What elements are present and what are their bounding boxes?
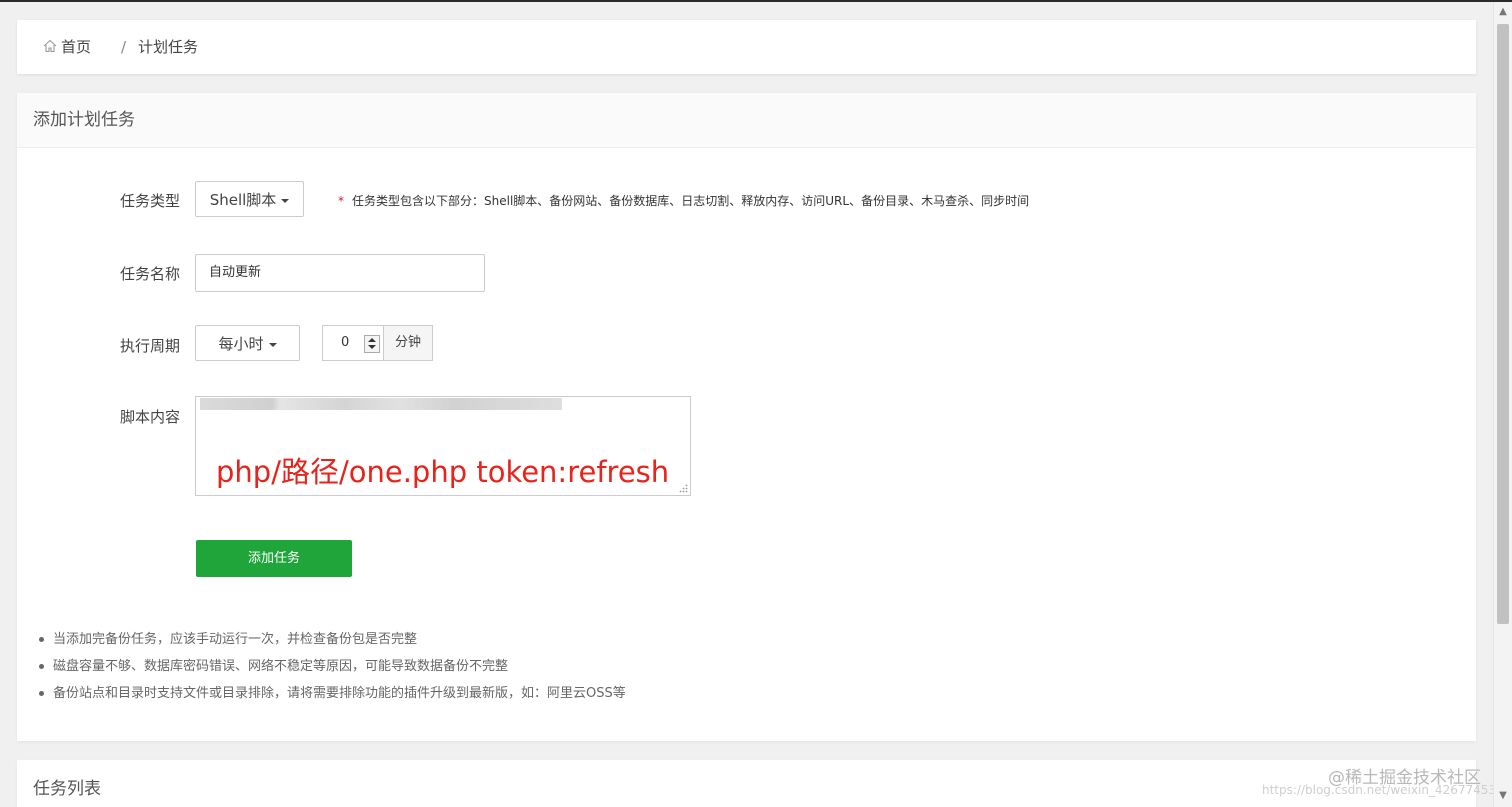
- minute-unit-addon: 分钟: [383, 325, 433, 361]
- add-task-panel: 添加计划任务 任务类型 Shell脚本 * 任务类型包含以下部分：Shell脚本、…: [17, 93, 1476, 741]
- breadcrumb-home-link[interactable]: 首页: [61, 20, 91, 74]
- redacted-region: [200, 398, 562, 410]
- task-type-value: Shell脚本: [209, 191, 277, 209]
- task-type-label: 任务类型: [119, 192, 180, 210]
- home-icon[interactable]: [43, 39, 57, 53]
- chevron-down-icon: [268, 342, 277, 347]
- period-label: 执行周期: [119, 337, 180, 355]
- task-list-panel: 任务列表: [17, 760, 1476, 807]
- scroll-up-icon[interactable]: ▲: [1497, 6, 1509, 18]
- spinner-up-icon[interactable]: [368, 338, 376, 342]
- task-name-input[interactable]: 自动更新: [195, 254, 485, 292]
- scroll-down-icon[interactable]: ▼: [1497, 790, 1509, 802]
- script-textarea[interactable]: php/路径/one.php token:refresh: [195, 396, 691, 496]
- script-label: 脚本内容: [119, 408, 180, 426]
- task-list-title: 任务列表: [33, 779, 101, 799]
- panel-title: 添加计划任务: [33, 110, 135, 130]
- breadcrumb-separator: /: [121, 38, 127, 56]
- window-top-border: [0, 0, 1512, 2]
- script-content: php/路径/one.php token:refresh: [216, 455, 670, 489]
- task-name-label: 任务名称: [119, 265, 180, 283]
- scrollbar-thumb[interactable]: [1497, 24, 1509, 624]
- minute-spinner[interactable]: [364, 335, 380, 353]
- list-item: 磁盘容量不够、数据库密码错误、网络不稳定等原因，可能导致数据备份不完整: [39, 653, 626, 680]
- list-item: 备份站点和目录时支持文件或目录排除，请将需要排除功能的插件升级到最新版，如：阿里…: [39, 680, 626, 707]
- notes-list: 当添加完备份任务，应该手动运行一次，并检查备份包是否完整 磁盘容量不够、数据库密…: [39, 626, 626, 707]
- required-star: *: [338, 194, 344, 208]
- watermark-url: https://blog.csdn.net/weixin_42677453: [1262, 783, 1497, 797]
- list-item: 当添加完备份任务，应该手动运行一次，并检查备份包是否完整: [39, 626, 626, 653]
- task-type-select[interactable]: Shell脚本: [195, 181, 304, 217]
- add-task-button[interactable]: 添加任务: [196, 540, 352, 577]
- period-value: 每小时: [218, 335, 264, 353]
- breadcrumb: 首页 / 计划任务: [17, 20, 1476, 74]
- panel-header: 添加计划任务: [17, 93, 1476, 148]
- task-type-hint: * 任务类型包含以下部分：Shell脚本、备份网站、备份数据库、日志切割、释放内存…: [338, 193, 1029, 209]
- period-select[interactable]: 每小时: [195, 325, 300, 361]
- spinner-down-icon[interactable]: [368, 345, 376, 349]
- task-type-hint-text: 任务类型包含以下部分：Shell脚本、备份网站、备份数据库、日志切割、释放内存、…: [352, 194, 1030, 208]
- breadcrumb-current: 计划任务: [138, 38, 199, 56]
- vertical-scrollbar[interactable]: ▲ ▼: [1493, 2, 1512, 807]
- resize-handle-icon[interactable]: [679, 484, 688, 493]
- chevron-down-icon: [281, 198, 290, 203]
